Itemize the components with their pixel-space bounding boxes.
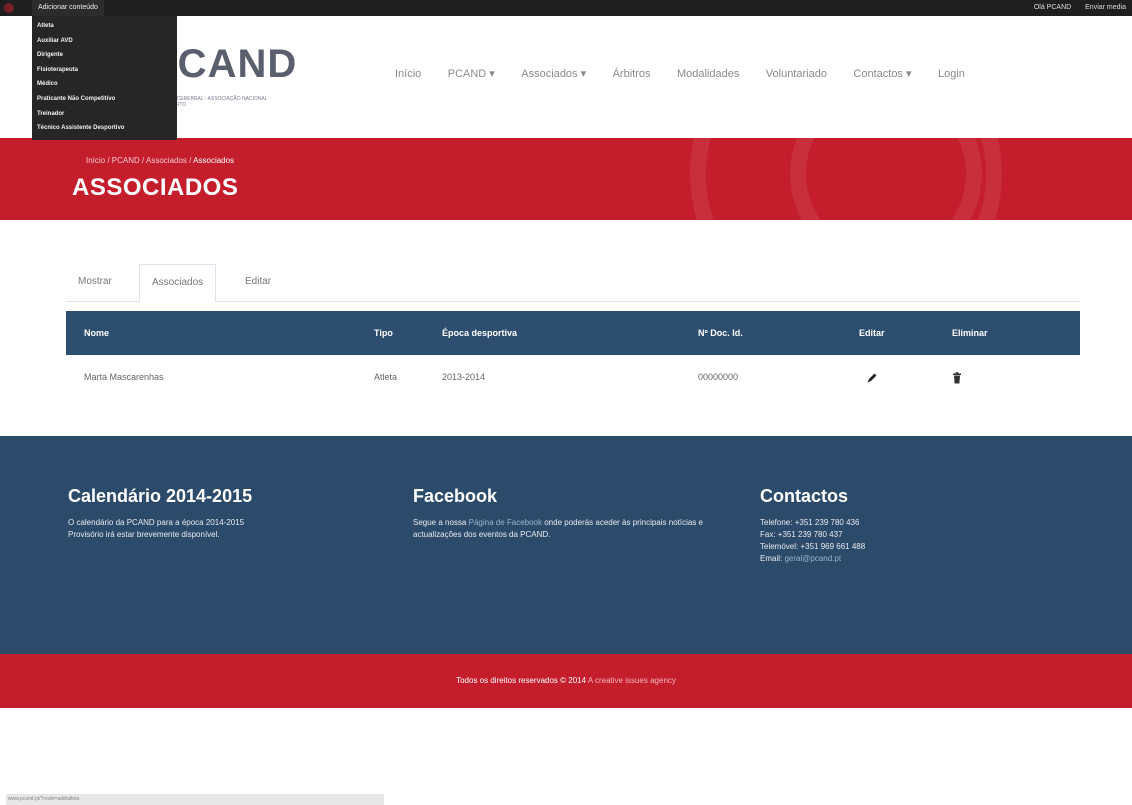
associados-tabs: Mostrar Associados Editar: [66, 264, 1080, 302]
breadcrumb-current: Associados: [193, 156, 235, 165]
hero-decoration: [790, 138, 982, 220]
admin-bar: Adicionar conteúdo Olá PCAND Enviar medi…: [0, 0, 1132, 16]
contact-telefone: Telefone: +351 239 780 436: [760, 518, 860, 527]
account-greeting[interactable]: Olá PCAND: [1034, 4, 1071, 11]
footer-contactos: Contactos Telefone: +351 239 780 436 Fax…: [760, 486, 1060, 565]
wordpress-logo-icon[interactable]: [4, 3, 14, 13]
column-header-editar: Editar: [859, 328, 885, 338]
nav-contactos[interactable]: Contactos ▾: [853, 68, 911, 80]
dropdown-item-medico[interactable]: Médico: [32, 77, 177, 92]
nav-pcand[interactable]: PCAND ▾: [448, 68, 495, 80]
tab-editar[interactable]: Editar: [233, 264, 283, 300]
nav-associados[interactable]: Associados ▾: [521, 68, 586, 80]
cell-epoca: 2013-2014: [442, 372, 486, 382]
contact-telemovel: Telemóvel: +351 969 661 488: [760, 542, 866, 551]
pencil-icon: [867, 373, 877, 383]
cell-tipo: Atleta: [374, 372, 398, 382]
column-header-nome: Nome: [84, 328, 110, 338]
column-header-tipo: Tipo: [374, 328, 393, 338]
footer-facebook: Facebook Segue a nossa Página de Faceboo…: [413, 486, 738, 541]
delete-button[interactable]: [952, 355, 962, 399]
associados-table: Nome Tipo Época desportiva Nº Doc. Id. E…: [66, 311, 1080, 399]
dropdown-item-auxiliar-avd[interactable]: Auxiliar AVD: [32, 34, 177, 49]
dropdown-item-tecnico[interactable]: Técnico Assistente Desportivo: [32, 121, 177, 136]
browser-status-bar: www.pcand.pt/?node=add/atleta: [6, 794, 384, 805]
column-header-eliminar: Eliminar: [952, 328, 988, 338]
table-header: Nome Tipo Época desportiva Nº Doc. Id. E…: [66, 311, 1080, 355]
footer-calendario: Calendário 2014-2015 O calendário da PCA…: [68, 486, 368, 541]
footer-facebook-text: Segue a nossa Página de Facebook onde po…: [413, 517, 738, 541]
page-title: ASSOCIADOS: [72, 174, 239, 201]
dropdown-item-atleta[interactable]: Atleta: [32, 19, 177, 34]
footer-calendario-text1: O calendário da PCAND para a época 2014-…: [68, 518, 245, 527]
copyright-bar: Todos os direitos reservados © 2014 A cr…: [0, 654, 1132, 708]
contact-email-link[interactable]: geral@pcand.pt: [784, 554, 841, 563]
facebook-page-link[interactable]: Página de Facebook: [469, 518, 542, 527]
contact-email: Email: geral@pcand.pt: [760, 553, 1060, 565]
trash-icon: [953, 371, 961, 384]
tab-mostrar[interactable]: Mostrar: [66, 264, 124, 300]
dropdown-item-dirigente[interactable]: Dirigente: [32, 48, 177, 63]
breadcrumb-path[interactable]: Início / PCAND / Associados /: [86, 156, 193, 165]
nav-inicio[interactable]: Início: [395, 68, 421, 80]
agency-link[interactable]: A creative issues agency: [588, 676, 676, 685]
dropdown-item-praticante[interactable]: Praticante Não Competitivo: [32, 92, 177, 107]
column-header-doc: Nº Doc. Id.: [698, 328, 743, 338]
nav-voluntariado[interactable]: Voluntariado: [766, 68, 827, 80]
footer-contactos-title: Contactos: [760, 486, 849, 506]
footer-calendario-title: Calendário 2014-2015: [68, 486, 253, 506]
site-footer: Calendário 2014-2015 O calendário da PCA…: [0, 436, 1132, 654]
column-header-epoca: Época desportiva: [442, 328, 518, 338]
tab-associados[interactable]: Associados: [139, 264, 217, 302]
contact-fax: Fax: +351 239 780 437: [760, 530, 843, 539]
admin-bar-right: Olá PCAND Enviar media: [1022, 0, 1126, 16]
copyright-text: Todos os direitos reservados © 2014: [456, 676, 588, 685]
dropdown-item-fisioterapeuta[interactable]: Fisioterapeuta: [32, 63, 177, 78]
cell-nome: Marta Mascarenhas: [84, 372, 164, 382]
edit-button[interactable]: [866, 355, 878, 399]
facebook-text-before: Segue a nossa: [413, 518, 469, 527]
add-content-menu[interactable]: Adicionar conteúdo: [32, 0, 104, 16]
nav-arbitros[interactable]: Árbitros: [613, 68, 651, 80]
breadcrumb: Início / PCAND / Associados / Associados: [86, 156, 234, 165]
dropdown-item-treinador[interactable]: Treinador: [32, 107, 177, 122]
footer-facebook-title: Facebook: [413, 486, 498, 506]
table-row: Marta Mascarenhas Atleta 2013-2014 00000…: [66, 355, 1080, 399]
cell-doc: 00000000: [698, 372, 739, 382]
footer-calendario-text2: Provisório irá estar brevemente disponív…: [68, 530, 220, 539]
main-nav: Início PCAND ▾ Associados ▾ Árbitros Mod…: [395, 64, 987, 84]
contact-email-label: Email:: [760, 554, 785, 563]
send-media-link[interactable]: Enviar media: [1085, 4, 1126, 11]
nav-modalidades[interactable]: Modalidades: [677, 68, 739, 80]
nav-login[interactable]: Login: [938, 68, 965, 80]
page-hero: Início / PCAND / Associados / Associados…: [0, 138, 1132, 220]
add-content-dropdown: Atleta Auxiliar AVD Dirigente Fisioterap…: [32, 16, 177, 140]
